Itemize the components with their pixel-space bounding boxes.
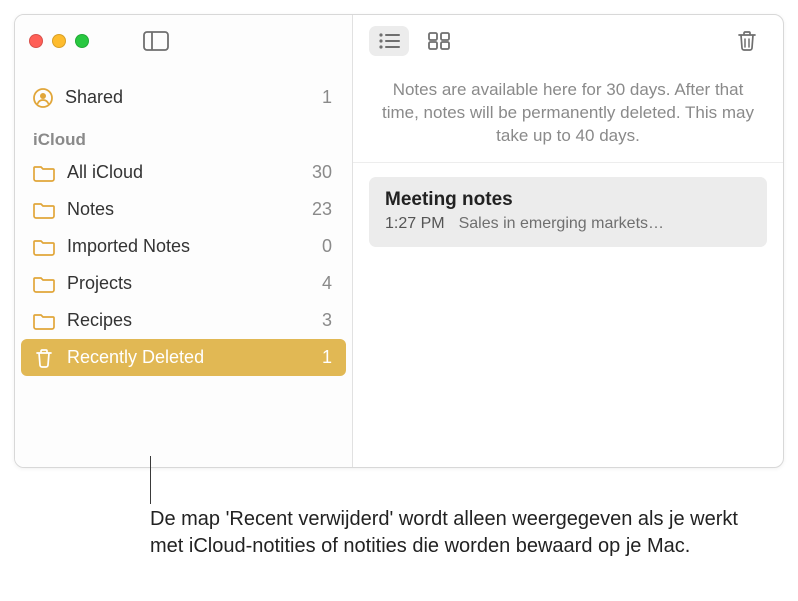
titlebar [15, 15, 352, 67]
sidebar-item-recently-deleted[interactable]: Recently Deleted 1 [21, 339, 346, 376]
folder-icon [33, 312, 55, 330]
minimize-window-button[interactable] [52, 34, 66, 48]
folder-icon [33, 201, 55, 219]
grid-icon [428, 32, 450, 50]
trash-icon [33, 348, 55, 368]
sidebar-item-label: Recipes [67, 310, 132, 331]
info-banner: Notes are available here for 30 days. Af… [353, 67, 783, 163]
trash-icon [737, 30, 757, 52]
gallery-view-button[interactable] [419, 26, 459, 56]
sidebar-item-recipes[interactable]: Recipes 3 [15, 302, 352, 339]
note-title: Meeting notes [385, 189, 751, 211]
sidebar-item-label: All iCloud [67, 162, 143, 183]
close-window-button[interactable] [29, 34, 43, 48]
sidebar-item-imported-notes[interactable]: Imported Notes 0 [15, 228, 352, 265]
callout-text: De map 'Recent verwijderd' wordt alleen … [150, 506, 770, 560]
sidebar-item-shared[interactable]: Shared 1 [15, 79, 352, 116]
list-view-button[interactable] [369, 26, 409, 56]
sidebar-item-count: 1 [322, 347, 332, 368]
sidebar-item-label: Notes [67, 199, 114, 220]
sidebar-item-count: 4 [322, 273, 332, 294]
sidebar-item-count: 3 [322, 310, 332, 331]
fullscreen-window-button[interactable] [75, 34, 89, 48]
sidebar-section-header: iCloud [15, 116, 352, 154]
sidebar-item-count: 1 [322, 87, 332, 108]
sidebar-item-all-icloud[interactable]: All iCloud 30 [15, 154, 352, 191]
folder-icon [33, 275, 55, 293]
callout-leader-line [150, 456, 151, 504]
window-controls [29, 34, 89, 48]
sidebar-item-notes[interactable]: Notes 23 [15, 191, 352, 228]
sidebar-item-label: Imported Notes [67, 236, 190, 257]
note-list-item[interactable]: Meeting notes 1:27 PM Sales in emerging … [369, 177, 767, 247]
folder-icon [33, 164, 55, 182]
sidebar-item-count: 30 [312, 162, 332, 183]
list-icon [378, 32, 400, 50]
note-preview: Sales in emerging markets… [459, 215, 664, 233]
note-time: 1:27 PM [385, 215, 445, 233]
delete-button[interactable] [727, 26, 767, 56]
app-window: Shared 1 iCloud All iCloud 30 Notes 23 [14, 14, 784, 468]
sidebar-item-projects[interactable]: Projects 4 [15, 265, 352, 302]
sidebar-item-count: 23 [312, 199, 332, 220]
sidebar-icon [143, 31, 169, 51]
sidebar-body: Shared 1 iCloud All iCloud 30 Notes 23 [15, 67, 352, 376]
sidebar: Shared 1 iCloud All iCloud 30 Notes 23 [15, 15, 353, 467]
toolbar [353, 15, 783, 67]
sidebar-item-label: Shared [65, 87, 123, 108]
shared-icon [33, 88, 53, 108]
folder-icon [33, 238, 55, 256]
sidebar-item-label: Projects [67, 273, 132, 294]
sidebar-toggle-button[interactable] [137, 27, 175, 55]
sidebar-item-label: Recently Deleted [67, 347, 204, 368]
note-meta: 1:27 PM Sales in emerging markets… [385, 215, 751, 233]
main-pane: Notes are available here for 30 days. Af… [353, 15, 783, 467]
sidebar-item-count: 0 [322, 236, 332, 257]
